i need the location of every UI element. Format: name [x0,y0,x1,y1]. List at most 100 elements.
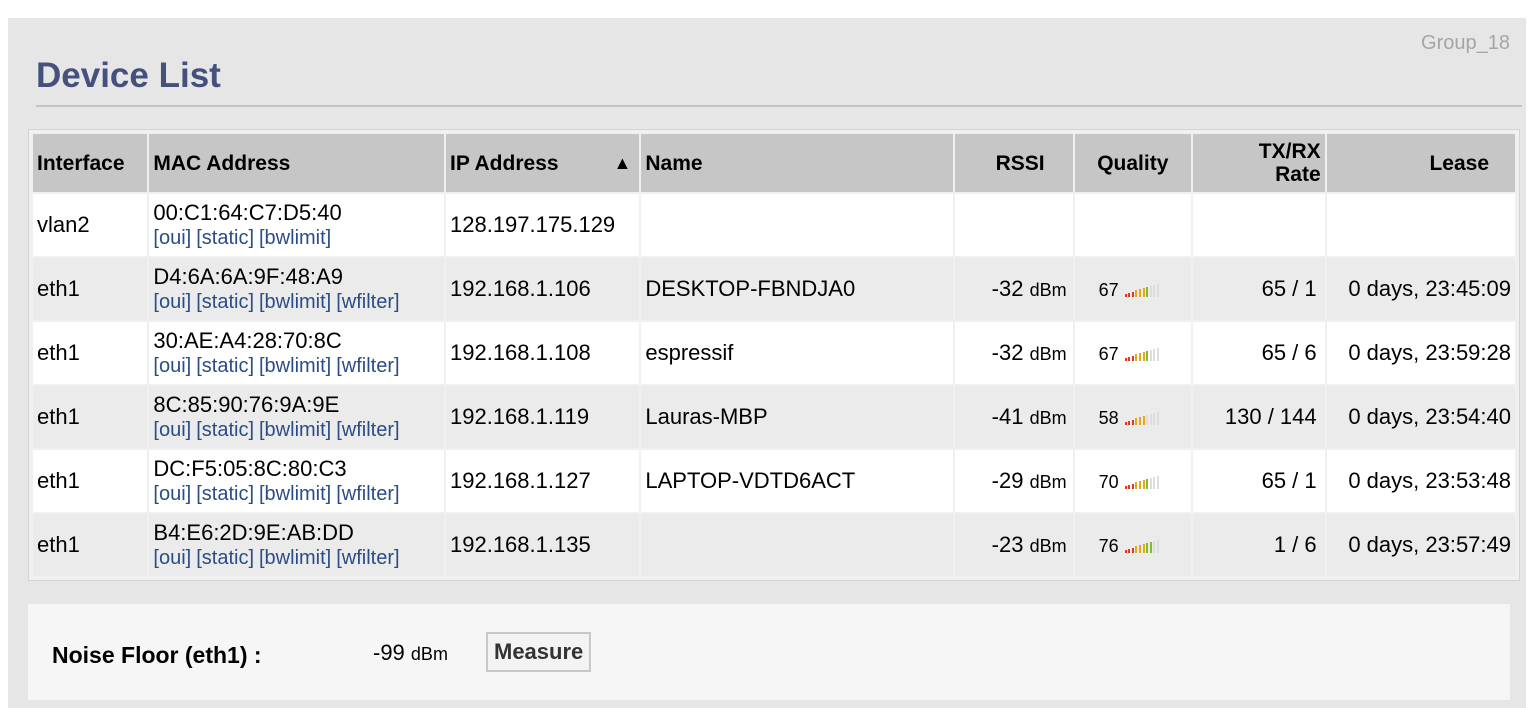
signal-bar [1135,354,1138,361]
signal-bar [1146,351,1149,361]
mac-link[interactable]: [oui] [153,483,191,505]
name-cell [641,194,954,256]
signal-bars-icon [1124,411,1161,425]
signal-bar [1131,547,1134,553]
mac-link[interactable]: [oui] [153,547,191,569]
rssi-unit: dBm [1029,471,1067,492]
column-header-lease[interactable]: Lease [1326,134,1515,192]
quality-cell: 70 [1074,450,1192,512]
column-header-quality[interactable]: Quality [1074,134,1192,192]
signal-bar [1124,421,1127,425]
mac-link[interactable]: [wfilter] [336,419,399,441]
column-header-ip[interactable]: IP Address ▲ [446,134,640,192]
interface-cell: eth1 [33,322,148,384]
mac-links: [oui] [static] [bwlimit] [wfilter] [153,545,440,570]
signal-bar [1157,475,1160,489]
mac-link[interactable]: [wfilter] [336,483,399,505]
txrx-header-line2: Rate [1275,163,1321,186]
name-cell: espressif [641,322,954,384]
mac-links: [oui] [static] [bwlimit] [wfilter] [153,353,440,378]
mac-link[interactable]: [static] [196,483,254,505]
device-rows: vlan2 00:C1:64:C7:D5:40 [oui] [static] [bwli… [33,194,1515,576]
rssi-value: -23 [991,531,1024,557]
mac-link[interactable]: [bwlimit] [259,227,331,249]
mac-link[interactable]: [bwlimit] [259,355,331,377]
interface-cell: eth1 [33,514,148,576]
column-header-txrx[interactable]: TX/RX Rate [1193,134,1325,192]
mac-cell: DC:F5:05:8C:80:C3 [oui] [static] [bwlimit][… [149,450,444,512]
mac-link[interactable]: [static] [196,291,254,313]
table-header-row: Interface MAC Address IP Address ▲ Name R… [33,134,1515,192]
table-row: eth1 DC:F5:05:8C:80:C3 [oui] [static] [bwlim… [33,450,1515,512]
mac-link[interactable]: [wfilter] [336,355,399,377]
signal-bar [1149,414,1152,425]
signal-bar [1153,412,1156,425]
mac-link[interactable]: [static] [196,547,254,569]
signal-bar [1157,283,1160,297]
signal-bar [1135,418,1138,425]
signal-bar [1124,485,1127,489]
noise-floor-unit: dBm [410,644,448,664]
mac-address: D4:6A:6A:9F:48:A9 [153,263,343,289]
lease-cell: 0 days, 23:54:40 [1326,386,1515,448]
mac-link[interactable]: [static] [196,355,254,377]
rssi-value: -29 [991,467,1024,493]
mac-link[interactable]: [oui] [153,291,191,313]
rssi-unit: dBm [1029,407,1067,428]
signal-bar [1142,480,1145,489]
column-header-interface[interactable]: Interface [33,134,148,192]
mac-link[interactable]: [static] [196,419,254,441]
interface-cell: eth1 [33,258,148,320]
page-title: Device List [36,56,221,95]
column-header-mac[interactable]: MAC Address [149,134,444,192]
rssi-cell: -29 dBm [955,450,1073,512]
measure-button[interactable]: Measure [486,632,592,672]
txrx-header-line1: TX/RX [1258,140,1321,163]
rssi-unit: dBm [1029,343,1067,364]
name-cell: DESKTOP-FBNDJA0 [641,258,954,320]
signal-bar [1149,286,1152,297]
signal-bar [1131,291,1134,297]
signal-bars-icon [1124,347,1161,361]
mac-link[interactable]: [bwlimit] [259,419,331,441]
signal-bar [1128,292,1131,297]
column-header-ip-label: IP Address [450,151,559,175]
signal-bar [1128,484,1131,489]
lease-cell: 0 days, 23:57:49 [1326,514,1515,576]
mac-link[interactable]: [oui] [153,355,191,377]
name-cell: Lauras-MBP [641,386,954,448]
mac-address: DC:F5:05:8C:80:C3 [153,455,347,481]
rssi-cell [955,194,1073,256]
mac-link[interactable]: [bwlimit] [259,547,331,569]
sort-ascending-icon[interactable]: ▲ [614,152,632,175]
mac-links: [oui] [static] [bwlimit] [153,225,440,250]
signal-bars-icon [1124,283,1161,297]
column-header-name[interactable]: Name [641,134,954,192]
mac-link[interactable]: [oui] [153,419,191,441]
mac-cell: 8C:85:90:76:9A:9E [oui] [static] [bwlimit][… [149,386,444,448]
interface-cell: vlan2 [33,194,148,256]
mac-link[interactable]: [wfilter] [336,547,399,569]
rssi-unit: dBm [1029,535,1067,556]
mac-link[interactable]: [bwlimit] [259,483,331,505]
rssi-cell: -32 dBm [955,322,1073,384]
table-row: eth1 D4:6A:6A:9F:48:A9 [oui] [static] [bwlim… [33,258,1515,320]
signal-bar [1142,416,1145,425]
signal-bar [1146,415,1149,425]
quality-cell [1074,194,1192,256]
signal-bar [1124,549,1127,553]
column-header-rssi[interactable]: RSSI [955,134,1073,192]
mac-link[interactable]: [oui] [153,227,191,249]
signal-bar [1153,476,1156,489]
mac-link[interactable]: [wfilter] [336,291,399,313]
interface-cell: eth1 [33,386,148,448]
signal-bar [1131,483,1134,489]
signal-bar [1124,293,1127,297]
mac-link[interactable]: [bwlimit] [259,291,331,313]
signal-bar [1157,539,1160,553]
signal-bar [1149,542,1152,553]
mac-link[interactable]: [static] [196,227,254,249]
mac-links: [oui] [static] [bwlimit] [wfilter] [153,417,440,442]
txrx-cell: 130 / 144 [1193,386,1325,448]
quality-value: 76 [1098,535,1119,556]
